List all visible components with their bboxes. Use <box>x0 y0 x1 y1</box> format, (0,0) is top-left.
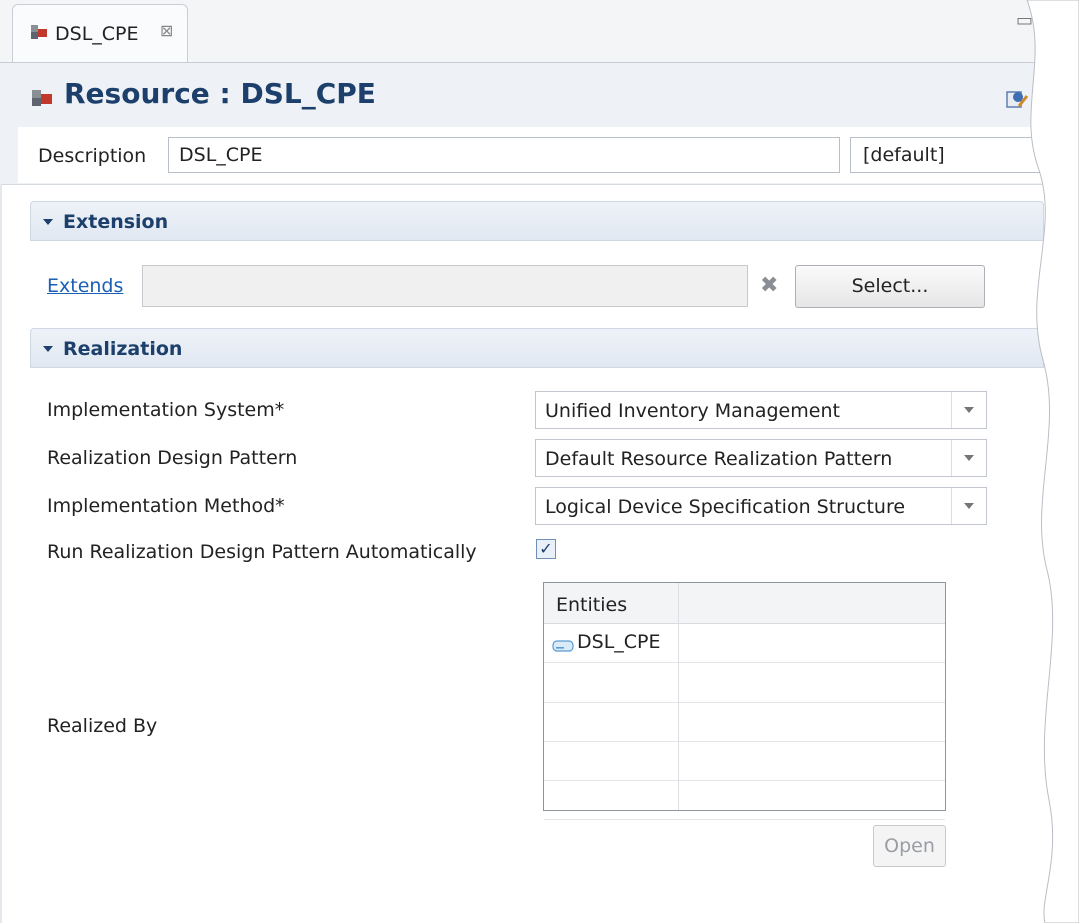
table-row[interactable]: DSL_CPE <box>544 623 945 663</box>
maximize-icon[interactable] <box>1052 12 1065 28</box>
implementation-system-select[interactable]: Unified Inventory Management <box>535 391 987 429</box>
open-button[interactable]: Open <box>873 825 946 867</box>
vertical-scrollbar[interactable] <box>1052 193 1070 923</box>
table-row <box>544 663 945 703</box>
resource-icon <box>30 87 54 113</box>
entity-name: DSL_CPE <box>577 631 661 653</box>
tab-dsl-cpe[interactable]: DSL_CPE ⊠ <box>12 4 188 62</box>
form-edit-icon[interactable] <box>1005 88 1029 114</box>
description-label: Description <box>38 145 147 167</box>
run-auto-label: Run Realization Design Pattern Automatic… <box>47 541 477 563</box>
minimize-icon[interactable]: ▭ <box>1016 10 1033 31</box>
implementation-method-label: Implementation Method* <box>47 495 285 517</box>
left-border <box>0 184 2 923</box>
section-extension-header[interactable]: Extension <box>30 201 1044 241</box>
clear-icon[interactable]: ✖ <box>760 273 778 298</box>
description-input[interactable] <box>168 137 840 173</box>
column-header-entities[interactable]: Entities <box>556 594 627 616</box>
realized-by-label: Realized By <box>47 715 158 737</box>
table-header: Entities <box>544 583 945 624</box>
entity-icon <box>552 637 574 656</box>
chevron-down-icon <box>964 407 974 413</box>
chevron-down-icon <box>43 219 53 225</box>
implementation-system-value: Unified Inventory Management <box>545 400 840 422</box>
implementation-method-select[interactable]: Logical Device Specification Structure <box>535 487 987 525</box>
extends-field <box>142 265 748 307</box>
section-title: Extension <box>63 211 169 233</box>
close-icon[interactable]: ⊠ <box>160 21 173 40</box>
help-icon[interactable]: ? <box>1044 90 1064 110</box>
resource-icon <box>29 23 49 45</box>
tab-label: DSL_CPE <box>55 23 139 45</box>
page-title: Resource : DSL_CPE <box>64 77 376 110</box>
extends-link[interactable]: Extends <box>47 275 123 297</box>
language-select[interactable]: [default] <box>850 137 1070 173</box>
chevron-down-icon <box>964 503 974 509</box>
table-row <box>544 741 945 781</box>
design-pattern-label: Realization Design Pattern <box>47 447 298 469</box>
section-realization-header[interactable]: Realization <box>30 328 1044 368</box>
run-auto-checkbox[interactable]: ✓ <box>536 539 556 559</box>
chevron-down-icon <box>43 346 53 352</box>
table-row <box>544 780 945 820</box>
implementation-method-value: Logical Device Specification Structure <box>545 496 906 518</box>
scroll-up-icon[interactable] <box>1057 199 1067 205</box>
chevron-down-icon <box>964 455 974 461</box>
table-row <box>544 702 945 742</box>
section-title: Realization <box>63 338 183 360</box>
chevron-down-icon <box>1049 153 1059 159</box>
entities-table: Entities DSL_CPE <box>543 582 946 820</box>
select-button[interactable]: Select... <box>795 265 985 308</box>
scrollbar-thumb[interactable] <box>1054 225 1068 455</box>
editor-tab-bar: DSL_CPE ⊠ ▭ <box>0 0 1079 62</box>
design-pattern-select[interactable]: Default Resource Realization Pattern <box>535 439 987 477</box>
language-value: [default] <box>863 144 945 166</box>
implementation-system-label: Implementation System* <box>47 399 285 421</box>
editor-window: DSL_CPE ⊠ ▭ Resource : DSL_CPE ? Descrip… <box>0 0 1079 923</box>
dropdown-button[interactable] <box>951 392 986 428</box>
form-body: Extension Extends ✖ Select... Realizatio… <box>0 184 1079 923</box>
form-header: Resource : DSL_CPE ? Description [defaul… <box>0 62 1079 185</box>
dropdown-button[interactable] <box>951 488 986 524</box>
design-pattern-value: Default Resource Realization Pattern <box>545 448 893 470</box>
dropdown-button[interactable] <box>951 440 986 476</box>
description-row: Description [default] <box>18 127 1079 183</box>
